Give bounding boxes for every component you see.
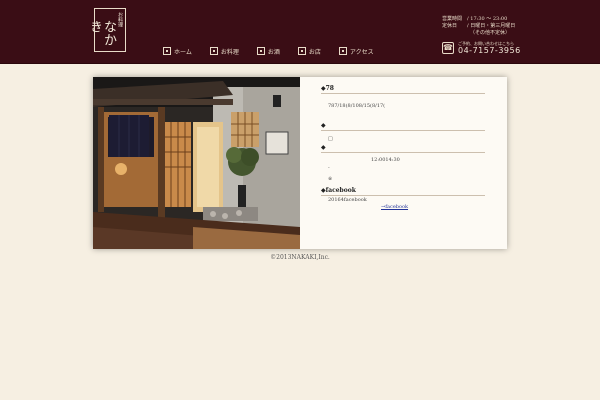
nav-item-shop[interactable]: お店 xyxy=(297,45,321,57)
info-line: ※ xyxy=(328,176,333,182)
info-line: - xyxy=(328,165,330,171)
entrance-illustration xyxy=(93,77,300,249)
business-hours: 営業時間 / 17:30 〜 23:00 定休日 / 日曜日・第三月曜日 （その… xyxy=(442,16,532,37)
phone-number: 04-7157-3956 xyxy=(458,46,521,55)
closed-days-line: 定休日 / 日曜日・第三月曜日 xyxy=(442,23,516,29)
phone-icon: ☎ xyxy=(442,42,454,54)
nav-label: アクセス xyxy=(349,48,374,56)
info-line: 787/18(8/108/15(8/17( xyxy=(328,103,386,109)
logo-title: なかき xyxy=(87,20,116,46)
home-icon xyxy=(163,47,171,55)
nav-label: お店 xyxy=(308,48,321,56)
irregular-closed-line: （その他不定休） xyxy=(470,30,511,36)
facebook-link[interactable]: →facebook xyxy=(321,204,485,210)
footer-copyright: ©2013NAKAKI,Inc. xyxy=(270,254,330,261)
phone-contact[interactable]: ☎ ご予約、お問い合わせはこちら 04-7157-3956 xyxy=(442,41,542,55)
dish-icon xyxy=(209,47,218,55)
content-card: ◆78 787/18(8/108/15(8/17( ◆ □ ◆ 12:0014:… xyxy=(93,77,507,249)
nav-label: お料理 xyxy=(220,48,239,56)
main-nav: ホーム お料理 お酒 お店 アクセス xyxy=(163,45,392,57)
info-heading: ◆ xyxy=(321,122,485,131)
hours-line: 営業時間 / 17:30 〜 23:00 xyxy=(442,16,508,22)
nav-label: ホーム xyxy=(174,48,192,56)
nav-item-sake[interactable]: お酒 xyxy=(256,45,280,57)
shop-icon xyxy=(297,47,306,55)
info-line: □ xyxy=(328,136,333,142)
logo-subtitle: お料理 xyxy=(117,12,123,27)
info-panel: ◆78 787/18(8/108/15(8/17( ◆ □ ◆ 12:0014:… xyxy=(321,85,485,210)
sake-icon xyxy=(256,47,265,55)
map-icon xyxy=(338,47,347,55)
info-heading: ◆78 xyxy=(321,85,485,94)
nav-item-access[interactable]: アクセス xyxy=(338,45,374,57)
info-heading: ◆facebook xyxy=(321,187,485,196)
nav-item-dishes[interactable]: お料理 xyxy=(209,45,239,57)
restaurant-entrance-photo xyxy=(93,77,300,249)
info-heading: ◆ xyxy=(321,144,485,153)
info-line: 12:0014:30 xyxy=(371,157,400,163)
nav-label: お酒 xyxy=(267,48,280,56)
nav-item-home[interactable]: ホーム xyxy=(163,45,192,57)
site-header: お料理 なかき ホーム お料理 お酒 お店 アクセス 営業時間 / 17:30 … xyxy=(0,0,600,64)
logo[interactable]: お料理 なかき xyxy=(87,8,126,52)
info-line: 20164facebook xyxy=(328,197,367,203)
